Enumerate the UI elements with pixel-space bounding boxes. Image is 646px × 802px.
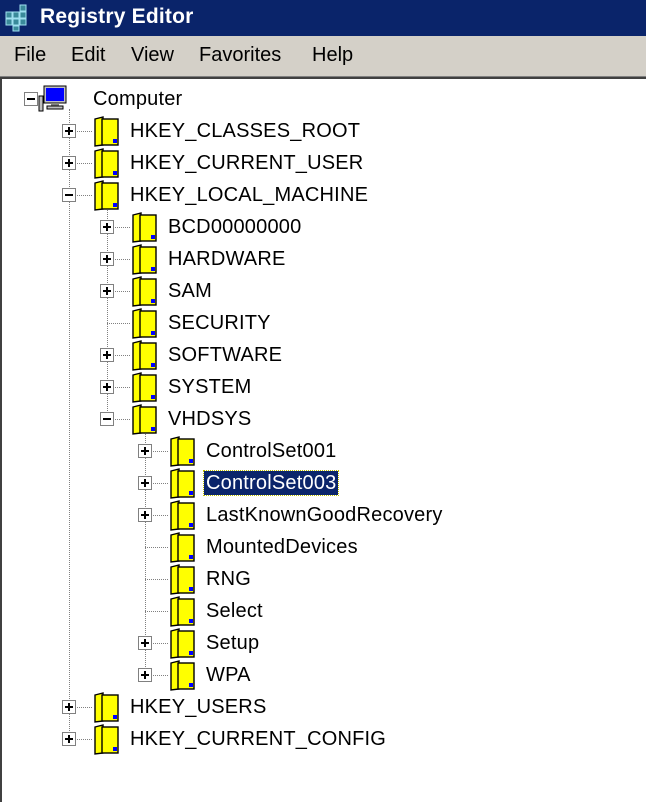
collapse-minus-icon[interactable] bbox=[100, 412, 114, 426]
folder-icon bbox=[94, 692, 119, 723]
folder-icon bbox=[132, 372, 157, 403]
collapse-minus-icon[interactable] bbox=[62, 188, 76, 202]
folder-icon bbox=[132, 244, 157, 275]
folder-icon bbox=[94, 148, 119, 179]
folder-icon bbox=[170, 628, 195, 659]
folder-icon bbox=[170, 500, 195, 531]
tree-node-label[interactable]: Setup bbox=[204, 631, 261, 655]
tree-node-label[interactable]: Computer bbox=[91, 87, 184, 111]
tree-node-label[interactable]: MountedDevices bbox=[204, 535, 360, 559]
tree-node-label[interactable]: SAM bbox=[166, 279, 214, 303]
folder-icon bbox=[170, 532, 195, 563]
folder-icon bbox=[132, 308, 157, 339]
tree-node-label[interactable]: WPA bbox=[204, 663, 253, 687]
tree-node-label[interactable]: ControlSet001 bbox=[204, 439, 338, 463]
menu-bar: File Edit View Favorites Help bbox=[0, 36, 646, 77]
folder-icon bbox=[132, 340, 157, 371]
expand-plus-icon[interactable] bbox=[62, 124, 76, 138]
tree-connector-line bbox=[69, 109, 70, 739]
expand-plus-icon[interactable] bbox=[138, 668, 152, 682]
tree-connector-line bbox=[145, 547, 168, 548]
folder-icon bbox=[132, 276, 157, 307]
folder-icon bbox=[170, 596, 195, 627]
folder-icon bbox=[170, 660, 195, 691]
expand-plus-icon[interactable] bbox=[138, 476, 152, 490]
expand-plus-icon[interactable] bbox=[62, 156, 76, 170]
tree-node-label[interactable]: HKEY_USERS bbox=[128, 695, 269, 719]
expand-plus-icon[interactable] bbox=[100, 284, 114, 298]
title-bar[interactable]: Registry Editor bbox=[0, 0, 646, 36]
folder-icon bbox=[170, 436, 195, 467]
collapse-minus-icon[interactable] bbox=[24, 92, 38, 106]
folder-icon bbox=[170, 468, 195, 499]
menu-file[interactable]: File bbox=[14, 44, 46, 67]
expand-plus-icon[interactable] bbox=[100, 220, 114, 234]
expand-plus-icon[interactable] bbox=[100, 348, 114, 362]
tree-connector-line bbox=[107, 323, 130, 324]
tree-node-label[interactable]: LastKnownGoodRecovery bbox=[204, 503, 445, 527]
tree-node-label[interactable]: RNG bbox=[204, 567, 253, 591]
tree-connector-line bbox=[145, 579, 168, 580]
menu-edit[interactable]: Edit bbox=[71, 44, 105, 67]
expand-plus-icon[interactable] bbox=[62, 732, 76, 746]
expand-plus-icon[interactable] bbox=[100, 252, 114, 266]
tree-node-label[interactable]: BCD00000000 bbox=[166, 215, 303, 239]
expand-plus-icon[interactable] bbox=[138, 444, 152, 458]
expand-plus-icon[interactable] bbox=[138, 636, 152, 650]
folder-icon bbox=[94, 116, 119, 147]
tree-connector-line bbox=[145, 611, 168, 612]
folder-icon bbox=[94, 724, 119, 755]
menu-favorites[interactable]: Favorites bbox=[199, 44, 281, 67]
tree-node-label[interactable]: SECURITY bbox=[166, 311, 273, 335]
expand-plus-icon[interactable] bbox=[62, 700, 76, 714]
registry-editor-icon bbox=[5, 4, 27, 32]
tree-node-label[interactable]: HKEY_CLASSES_ROOT bbox=[128, 119, 362, 143]
folder-icon bbox=[132, 212, 157, 243]
menu-view[interactable]: View bbox=[131, 44, 174, 67]
tree-node-label[interactable]: VHDSYS bbox=[166, 407, 253, 431]
expand-plus-icon[interactable] bbox=[100, 380, 114, 394]
menu-help[interactable]: Help bbox=[312, 44, 353, 67]
window-title: Registry Editor bbox=[40, 5, 194, 28]
tree-view[interactable]: Computer HKEY_CLASSES_ROOT HKEY_CURRENT_US… bbox=[0, 77, 646, 802]
computer-icon bbox=[38, 85, 67, 112]
expand-plus-icon[interactable] bbox=[138, 508, 152, 522]
tree-node-label[interactable]: SYSTEM bbox=[166, 375, 253, 399]
tree-node-label[interactable]: HARDWARE bbox=[166, 247, 288, 271]
folder-icon bbox=[170, 564, 195, 595]
tree-node-label[interactable]: HKEY_LOCAL_MACHINE bbox=[128, 183, 370, 207]
tree-node-label[interactable]: Select bbox=[204, 599, 265, 623]
folder-icon bbox=[94, 180, 119, 211]
tree-node-label[interactable]: SOFTWARE bbox=[166, 343, 284, 367]
tree-node-label-selected[interactable]: ControlSet003 bbox=[202, 470, 340, 496]
tree-node-label[interactable]: HKEY_CURRENT_USER bbox=[128, 151, 365, 175]
tree-node-label[interactable]: HKEY_CURRENT_CONFIG bbox=[128, 727, 388, 751]
folder-icon bbox=[132, 404, 157, 435]
